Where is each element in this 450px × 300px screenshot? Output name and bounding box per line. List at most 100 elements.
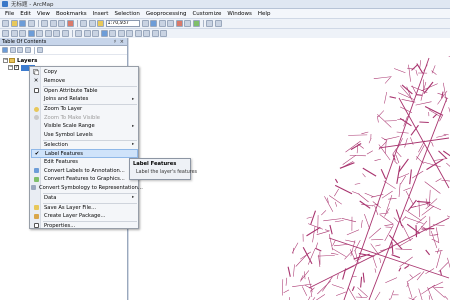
menu-item-properties[interactable]: Properties... [31, 222, 138, 231]
map-scale-input[interactable]: 1:70,937 [105, 20, 140, 27]
list-by-source-icon[interactable] [9, 47, 16, 53]
menu-item-label: Save As Layer File... [44, 204, 97, 211]
paste-icon[interactable] [58, 20, 65, 27]
toolbar-divider [72, 30, 73, 37]
menu-help[interactable]: Help [255, 11, 274, 17]
road-segment [396, 165, 401, 184]
menu-edit[interactable]: Edit [17, 11, 34, 17]
arctoolbox-icon[interactable] [175, 20, 183, 27]
menu-item-visible-scale-range[interactable]: Visible Scale Range ▸ [31, 122, 138, 131]
menu-item-open-attribute-table[interactable]: Open Attribute Table [31, 87, 138, 96]
road-segment [436, 227, 440, 243]
redo-icon[interactable] [88, 20, 96, 27]
menu-item-use-symbol-levels[interactable]: Use Symbol Levels [31, 131, 138, 140]
list-by-drawing-order-icon[interactable] [2, 47, 8, 53]
undo-icon[interactable] [80, 20, 87, 27]
menu-geoprocessing[interactable]: Geoprocessing [143, 11, 190, 17]
fixed-zoom-out-icon[interactable] [44, 30, 52, 37]
delete-icon[interactable] [66, 20, 74, 27]
fixed-zoom-in-icon[interactable] [36, 30, 43, 37]
copy-icon [33, 69, 39, 76]
toolbar-divider [38, 20, 39, 27]
menu-item-save-as-layer-file[interactable]: Save As Layer File... [31, 204, 138, 213]
new-document-icon[interactable] [2, 20, 9, 27]
toc-header: Table Of Contents ♯ × [0, 38, 127, 46]
hyperlink-icon[interactable] [109, 30, 116, 37]
road-segment [421, 205, 435, 216]
road-segment [336, 273, 339, 280]
menu-item-label-features[interactable]: ✔ Label Features [31, 149, 138, 158]
add-data-icon[interactable] [97, 20, 104, 27]
copy-icon[interactable] [49, 20, 57, 27]
select-features-icon[interactable] [75, 30, 82, 37]
pan-icon[interactable] [19, 30, 26, 37]
table-of-contents-icon[interactable] [150, 20, 157, 27]
menu-insert[interactable]: Insert [90, 11, 112, 17]
full-extent-icon[interactable] [27, 30, 35, 37]
submenu-arrow-icon: ▸ [132, 142, 135, 148]
menu-item-create-layer-package[interactable]: Create Layer Package... [31, 212, 138, 221]
menu-item-label: Convert Labels to Annotation... [44, 167, 125, 174]
road-segment [360, 220, 363, 228]
menu-selection[interactable]: Selection [111, 11, 142, 17]
list-by-visibility-icon[interactable] [17, 47, 23, 53]
menu-item-copy[interactable]: Copy [31, 68, 138, 77]
submenu-arrow-icon: ▸ [132, 96, 135, 102]
clear-selection-icon[interactable] [83, 30, 91, 37]
menu-customize[interactable]: Customize [189, 11, 224, 17]
menu-item-remove[interactable]: ✕ Remove [31, 77, 138, 86]
list-by-selection-icon[interactable] [24, 47, 31, 53]
menu-bookmarks[interactable]: Bookmarks [53, 11, 90, 17]
measure-icon[interactable] [126, 30, 133, 37]
menu-item-convert-labels[interactable]: Convert Labels to Annotation... [31, 167, 138, 176]
menu-item-edit-features[interactable]: Edit Features ▸ [31, 158, 138, 167]
search-icon[interactable] [167, 20, 174, 27]
layer-visibility-checkbox[interactable]: ✓ [14, 65, 19, 70]
menu-item-zoom-to-make-visible[interactable]: Zoom To Make Visible [31, 114, 138, 123]
save-icon[interactable] [19, 20, 26, 27]
back-extent-icon[interactable] [53, 30, 60, 37]
tooltip-title: Label Features [133, 161, 177, 167]
zoom-in-icon[interactable] [2, 30, 9, 37]
cut-icon[interactable] [41, 20, 48, 27]
zoom-out-icon[interactable] [10, 30, 18, 37]
menu-item-joins-relates[interactable]: Joins and Relates ▸ [31, 95, 138, 104]
road-segment [380, 168, 387, 180]
road-segment [305, 285, 314, 290]
road-segment [292, 247, 294, 254]
menu-item-convert-symbology[interactable]: Convert Symbology to Representation... [31, 184, 143, 193]
help-icon[interactable] [214, 20, 222, 27]
toc-options-icon[interactable] [37, 47, 43, 53]
collapse-icon[interactable]: − [8, 65, 13, 70]
road-segment [404, 264, 410, 269]
editor-toolbar-icon[interactable] [141, 20, 149, 27]
catalog-icon[interactable] [158, 20, 166, 27]
model-builder-icon[interactable] [192, 20, 200, 27]
menu-item-selection[interactable]: Selection ▸ [31, 141, 138, 150]
tree-row-layers[interactable]: − Layers [3, 57, 127, 64]
road-segment [301, 286, 308, 296]
menu-file[interactable]: File [2, 11, 17, 17]
standard-toolbar: 1:70,937 [0, 18, 450, 28]
find-icon[interactable] [134, 30, 142, 37]
menu-item-convert-features[interactable]: Convert Features to Graphics... [31, 175, 138, 184]
find-route-icon[interactable] [143, 30, 150, 37]
collapse-icon[interactable]: − [3, 58, 8, 63]
layout-icon[interactable] [206, 20, 213, 27]
menu-item-data[interactable]: Data ▸ [31, 194, 138, 203]
road-segment [308, 296, 311, 300]
go-to-xy-icon[interactable] [151, 30, 159, 37]
toc-pin-close-icon[interactable]: ♯ × [114, 39, 125, 45]
forward-extent-icon[interactable] [61, 30, 69, 37]
html-popup-icon[interactable] [117, 30, 125, 37]
print-icon[interactable] [27, 20, 35, 27]
menu-windows[interactable]: Windows [224, 11, 255, 17]
time-slider-icon[interactable] [160, 30, 167, 37]
road-segment [432, 113, 438, 119]
select-elements-icon[interactable] [92, 30, 99, 37]
identify-icon[interactable] [100, 30, 108, 37]
open-folder-icon[interactable] [10, 20, 18, 27]
menu-view[interactable]: View [34, 11, 53, 17]
python-icon[interactable] [184, 20, 191, 27]
menu-item-zoom-to-layer[interactable]: Zoom To Layer [31, 105, 138, 114]
